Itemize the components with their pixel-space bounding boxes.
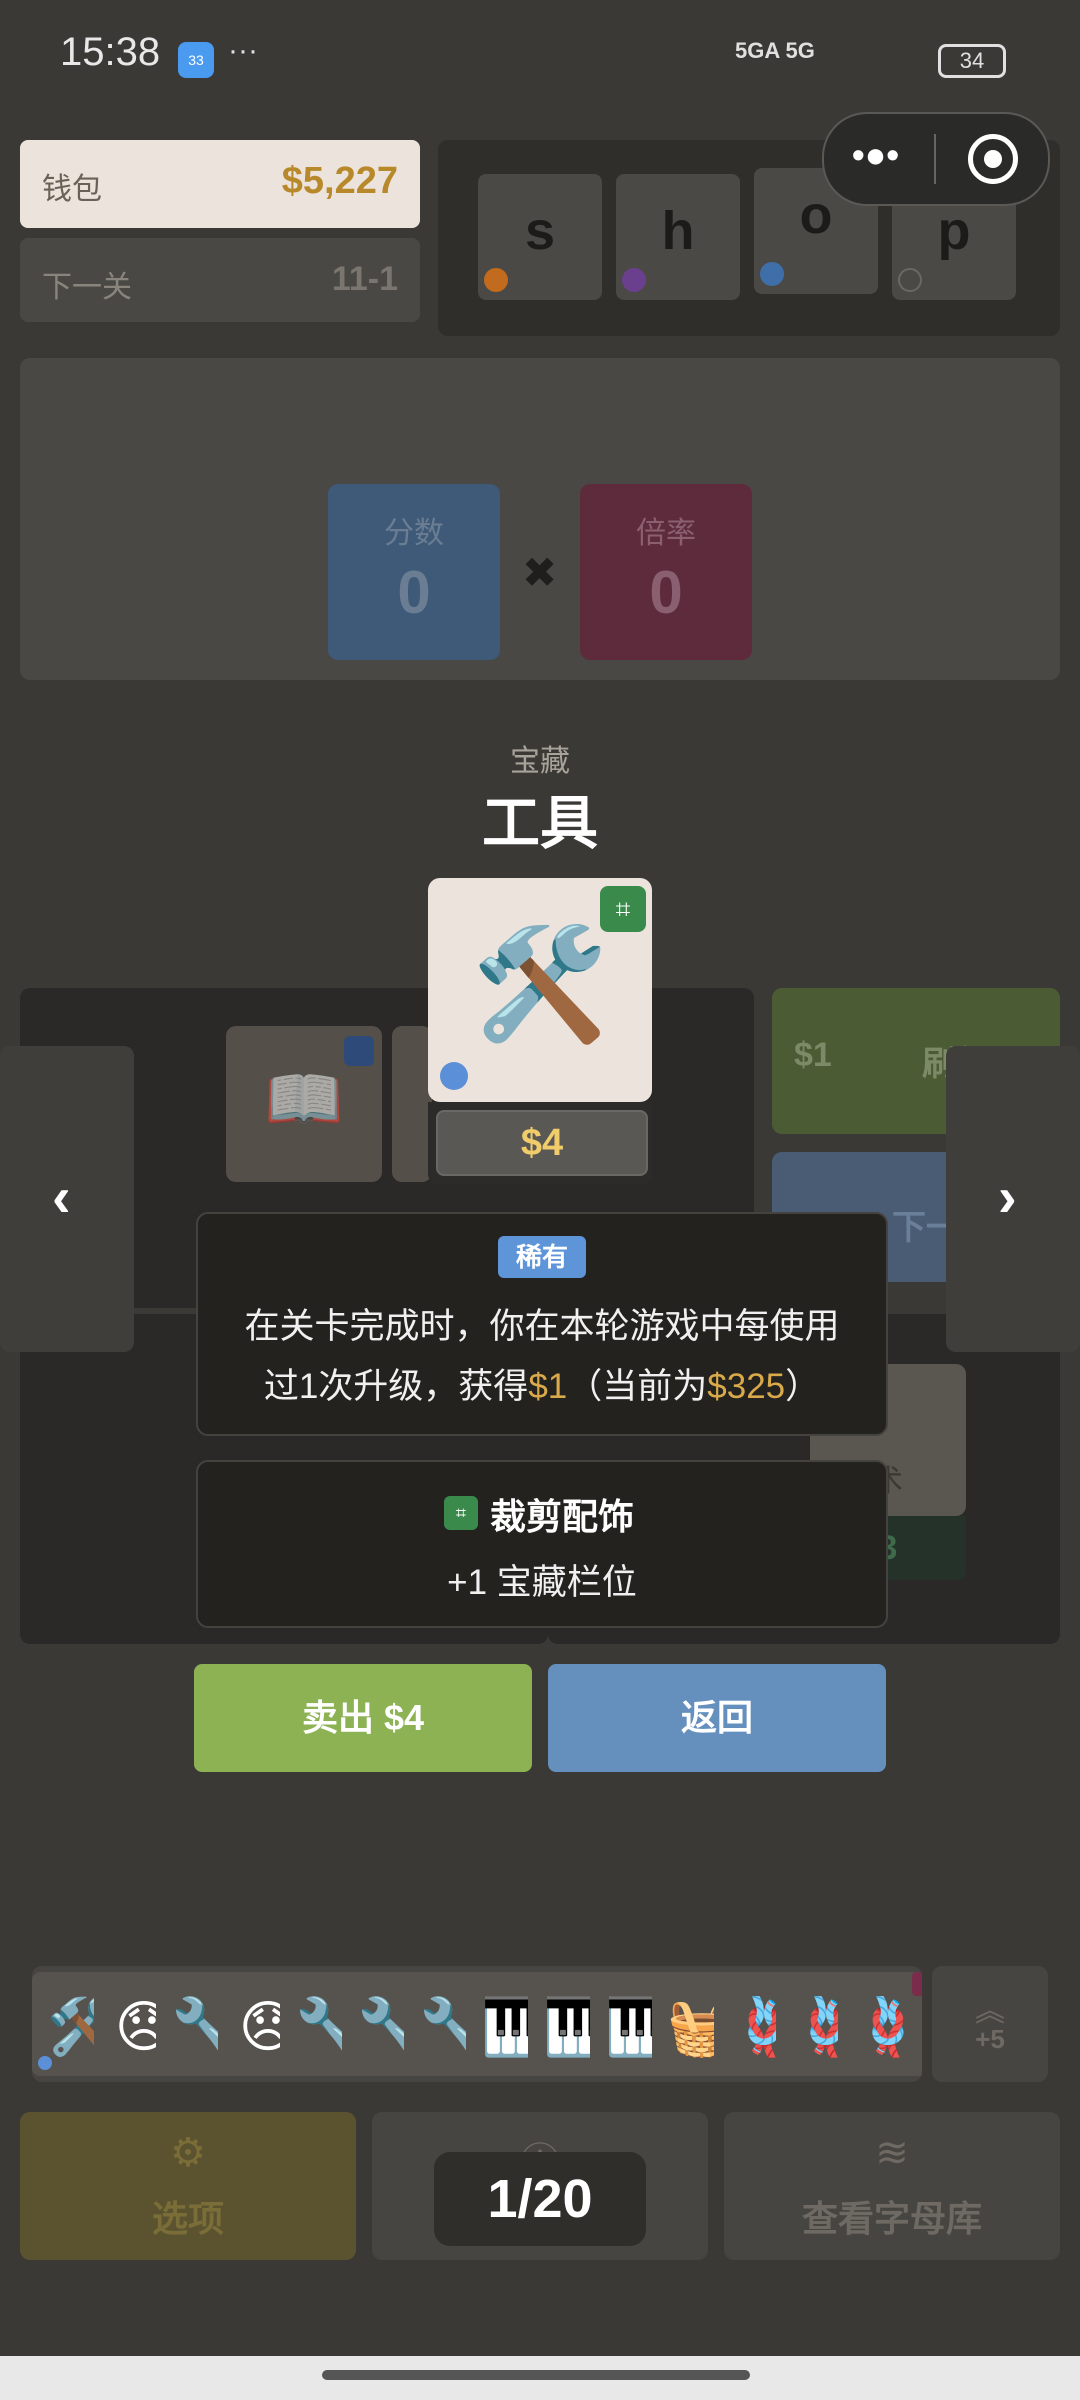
multiplier-box: 倍率 0 — [580, 484, 752, 660]
weather-icon: 33 — [178, 42, 214, 78]
book-icon: 📖 — [264, 1063, 344, 1135]
capsule-divider — [934, 134, 936, 184]
next-level-label: 下一关 — [42, 271, 132, 304]
tile-dot — [484, 268, 508, 292]
item-dot — [440, 1062, 468, 1090]
chevron-right-icon[interactable]: › — [998, 1164, 1017, 1229]
next-level-panel: 下一关 11-1 — [20, 238, 420, 322]
next-level-value: 11-1 — [331, 260, 398, 298]
inventory-expand-button[interactable]: ︽ +5 — [932, 1966, 1048, 2082]
tile-dot — [622, 268, 646, 292]
tile-letter: s — [524, 201, 556, 261]
miniprogram-capsule: •●• — [822, 112, 1050, 206]
description-line-1: 在关卡完成时，你在本轮游戏中每使用 — [244, 1307, 840, 1346]
crop-icon: ⌗ — [444, 1496, 478, 1530]
accessory-box: ⌗ 裁剪配饰 +1 宝藏栏位 — [196, 1460, 888, 1628]
home-indicator[interactable] — [322, 2370, 750, 2380]
refresh-price: $1 — [794, 1036, 832, 1074]
back-button[interactable]: 返回 — [548, 1664, 886, 1772]
signal-icon: 5GA 5G — [735, 38, 815, 63]
inventory-more-count: +5 — [975, 2024, 1005, 2054]
more-icon[interactable]: •●• — [852, 134, 899, 176]
shop-item-card[interactable]: 📖 — [226, 1026, 382, 1182]
wallet-panel: 钱包 $5,227 — [20, 140, 420, 228]
crop-icon: ⌗ — [600, 886, 646, 932]
knot-icon: 🪢 — [853, 1995, 922, 2058]
item-price-tag: $4 — [436, 1110, 648, 1176]
desc-text: （当前为 — [567, 1367, 708, 1406]
score-box: 分数 0 — [328, 484, 500, 660]
scoreboard: 分数 0 ✖ 倍率 0 — [20, 358, 1060, 680]
score-label: 分数 — [384, 517, 444, 550]
tools-icon: 🛠️ — [471, 923, 609, 1046]
tile-letter: h — [661, 201, 695, 261]
gear-icon: ⚙ — [170, 2131, 206, 2175]
desc-gold-current: $325 — [707, 1367, 786, 1406]
close-target-icon[interactable] — [968, 134, 1018, 184]
tile-dot — [898, 268, 922, 292]
description-line-2: 过1次升级，获得$1（当前为$325） — [198, 1358, 886, 1409]
letter-library-label: 查看字母库 — [801, 2198, 982, 2239]
letter-tile: s — [478, 174, 602, 300]
chevron-left-icon[interactable]: ‹ — [52, 1164, 71, 1229]
desc-gold-reward: $1 — [528, 1367, 568, 1406]
options-label: 选项 — [151, 2198, 224, 2239]
status-more-icon: ··· — [228, 34, 258, 67]
sell-button[interactable]: 卖出 $4 — [194, 1664, 532, 1772]
wallet-label: 钱包 — [42, 173, 102, 206]
item-title: 工具 — [481, 791, 598, 856]
inventory-item[interactable]: 🪢 — [838, 1972, 922, 2076]
multiplier-label: 倍率 — [636, 517, 696, 550]
page-indicator: 1/20 — [434, 2152, 646, 2246]
tile-letter: p — [937, 201, 971, 261]
wallet-value: $5,227 — [281, 160, 398, 202]
letter-library-button[interactable]: ≋ 查看字母库 — [724, 2112, 1060, 2260]
accessory-effect: +1 宝藏栏位 — [447, 1563, 637, 1602]
item-badge — [912, 1972, 922, 1996]
desc-text: ） — [785, 1367, 821, 1406]
rarity-badge: 稀有 — [498, 1236, 586, 1278]
description-box: 稀有 在关卡完成时，你在本轮游戏中每使用 过1次升级，获得$1（当前为$325） — [196, 1212, 888, 1436]
options-button[interactable]: ⚙ 选项 — [20, 2112, 356, 2260]
multiply-icon: ✖ — [522, 549, 558, 596]
status-time: 15:38 — [60, 30, 161, 74]
accessory-title: 裁剪配饰 — [490, 1496, 635, 1537]
item-card: 🛠️ ⌗ — [428, 878, 652, 1102]
battery-icon: 34 — [938, 44, 1006, 78]
score-value: 0 — [397, 559, 431, 626]
desc-text: 过1次升级，获得 — [263, 1367, 529, 1406]
letter-tile: h — [616, 174, 740, 300]
shop-item-card[interactable] — [392, 1026, 432, 1182]
item-category: 宝藏 — [510, 745, 570, 778]
price-tag-wrapper: $4 — [428, 1102, 652, 1184]
item-badge — [344, 1036, 374, 1066]
item-dot — [38, 2056, 52, 2070]
multiplier-value: 0 — [649, 559, 683, 626]
inventory-strip: 🛠️ 😞 🔧 😞 🔧 🔧 🔧 🎹 🎹 🎹 🧺 🪢 🪢 🪢 — [32, 1966, 922, 2082]
layers-icon: ≋ — [875, 2131, 909, 2175]
tile-dot — [760, 262, 784, 286]
